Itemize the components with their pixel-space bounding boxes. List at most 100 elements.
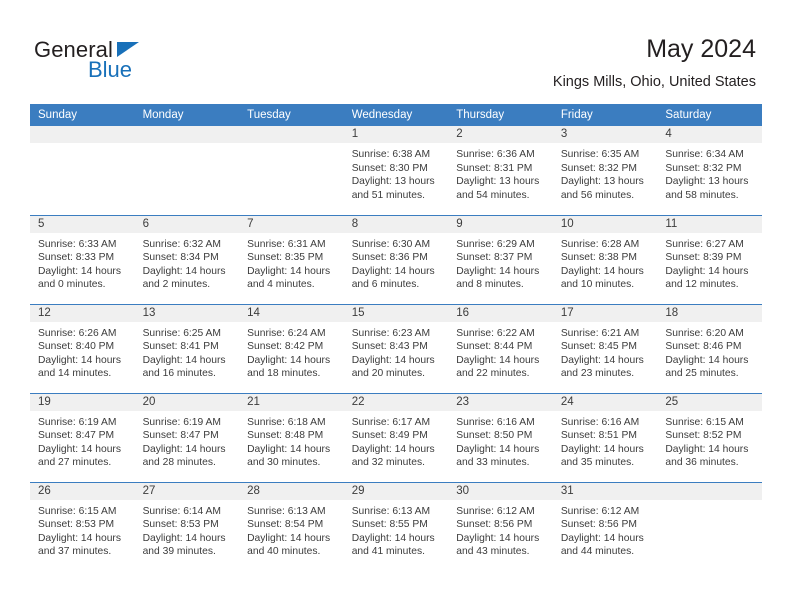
daylight-text-line1: Daylight: 14 hours (38, 265, 121, 277)
day-cell[interactable]: 10 Sunrise: 6:28 AM Sunset: 8:38 PM Dayl… (552, 214, 658, 304)
day-cell[interactable]: 20 Sunrise: 6:19 AM Sunset: 8:47 PM Dayl… (134, 392, 240, 482)
daylight-text-line2: and 51 minutes. (351, 189, 425, 201)
day-cell[interactable]: 21 Sunrise: 6:18 AM Sunset: 8:48 PM Dayl… (239, 392, 344, 482)
sunrise-text: Sunrise: 6:24 AM (247, 327, 326, 339)
daylight-text-line2: and 2 minutes. (142, 279, 211, 291)
day-cell[interactable]: 18 Sunrise: 6:20 AM Sunset: 8:46 PM Dayl… (657, 303, 762, 393)
sunset-text: Sunset: 8:32 PM (665, 162, 742, 174)
page-header: General Blue May 2024 Kings Mills, Ohio,… (0, 0, 792, 104)
day-details: Sunrise: 6:20 AM Sunset: 8:46 PM Dayligh… (657, 322, 762, 381)
day-cell[interactable]: 9 Sunrise: 6:29 AM Sunset: 8:37 PM Dayli… (448, 214, 553, 304)
daylight-text-line1: Daylight: 13 hours (351, 176, 435, 188)
day-cell[interactable]: 29 Sunrise: 6:13 AM Sunset: 8:55 PM Dayl… (343, 481, 449, 571)
day-cell[interactable]: 14 Sunrise: 6:24 AM Sunset: 8:42 PM Dayl… (239, 303, 344, 393)
sunset-text: Sunset: 8:31 PM (456, 162, 533, 174)
day-cell[interactable]: 19 Sunrise: 6:19 AM Sunset: 8:47 PM Dayl… (30, 392, 135, 482)
day-details: Sunrise: 6:16 AM Sunset: 8:50 PM Dayligh… (448, 411, 553, 470)
day-details: Sunrise: 6:16 AM Sunset: 8:51 PM Dayligh… (553, 411, 658, 470)
daylight-text-line2: and 44 minutes. (560, 546, 635, 558)
daylight-text-line1: Daylight: 14 hours (38, 354, 121, 366)
sunrise-text: Sunrise: 6:33 AM (38, 238, 117, 250)
daylight-text-line2: and 43 minutes. (456, 546, 530, 558)
day-cell[interactable]: 2 Sunrise: 6:36 AM Sunset: 8:31 PM Dayli… (448, 126, 553, 215)
sunset-text: Sunset: 8:40 PM (38, 341, 115, 353)
day-number: 23 (448, 393, 553, 411)
sunset-text: Sunset: 8:56 PM (456, 519, 533, 531)
day-number: 16 (448, 304, 553, 322)
day-details: Sunrise: 6:25 AM Sunset: 8:41 PM Dayligh… (135, 322, 240, 381)
day-number: 13 (134, 304, 240, 322)
daylight-text-line1: Daylight: 14 hours (247, 443, 331, 455)
sunset-text: Sunset: 8:35 PM (247, 252, 324, 264)
sunset-text: Sunset: 8:50 PM (456, 430, 533, 442)
day-cell[interactable]: 5 Sunrise: 6:33 AM Sunset: 8:33 PM Dayli… (30, 214, 135, 304)
day-cell[interactable]: 28 Sunrise: 6:13 AM Sunset: 8:54 PM Dayl… (239, 481, 344, 571)
sunset-text: Sunset: 8:53 PM (38, 519, 115, 531)
day-cell[interactable]: 26 Sunrise: 6:15 AM Sunset: 8:53 PM Dayl… (30, 481, 135, 571)
day-cell[interactable]: 16 Sunrise: 6:22 AM Sunset: 8:44 PM Dayl… (448, 303, 553, 393)
daylight-text-line1: Daylight: 14 hours (560, 443, 644, 455)
daylight-text-line2: and 54 minutes. (456, 189, 530, 201)
day-cell[interactable]: 12 Sunrise: 6:26 AM Sunset: 8:40 PM Dayl… (30, 303, 135, 393)
day-number: 30 (448, 482, 553, 500)
sunrise-text: Sunrise: 6:14 AM (142, 505, 221, 517)
sunset-text: Sunset: 8:47 PM (38, 430, 115, 442)
day-cell[interactable]: 6 Sunrise: 6:32 AM Sunset: 8:34 PM Dayli… (134, 214, 240, 304)
day-details: Sunrise: 6:22 AM Sunset: 8:44 PM Dayligh… (448, 322, 553, 381)
day-details: Sunrise: 6:34 AM Sunset: 8:32 PM Dayligh… (657, 143, 762, 202)
day-number: 18 (657, 304, 762, 322)
day-cell[interactable]: 7 Sunrise: 6:31 AM Sunset: 8:35 PM Dayli… (239, 214, 344, 304)
brand-logo[interactable]: General Blue (34, 38, 274, 94)
sunset-text: Sunset: 8:54 PM (247, 519, 324, 531)
daylight-text-line2: and 39 minutes. (142, 546, 216, 558)
daylight-text-line1: Daylight: 14 hours (456, 354, 540, 366)
day-cell[interactable]: 31 Sunrise: 6:12 AM Sunset: 8:56 PM Dayl… (552, 481, 658, 571)
daylight-text-line2: and 32 minutes. (351, 457, 425, 469)
sunset-text: Sunset: 8:43 PM (351, 341, 428, 353)
day-cell[interactable]: 1 Sunrise: 6:38 AM Sunset: 8:30 PM Dayli… (343, 126, 449, 215)
day-details: Sunrise: 6:23 AM Sunset: 8:43 PM Dayligh… (344, 322, 449, 381)
day-cell[interactable]: 23 Sunrise: 6:16 AM Sunset: 8:50 PM Dayl… (448, 392, 553, 482)
sunrise-text: Sunrise: 6:18 AM (247, 416, 326, 428)
sunset-text: Sunset: 8:53 PM (142, 519, 219, 531)
sunset-text: Sunset: 8:37 PM (456, 252, 533, 264)
day-details: Sunrise: 6:26 AM Sunset: 8:40 PM Dayligh… (30, 322, 135, 381)
day-number: 28 (239, 482, 344, 500)
day-cell[interactable]: 15 Sunrise: 6:23 AM Sunset: 8:43 PM Dayl… (343, 303, 449, 393)
daylight-text-line1: Daylight: 14 hours (142, 443, 226, 455)
calendar-table: Sunday Monday Tuesday Wednesday Thursday… (30, 104, 762, 571)
daylight-text-line2: and 22 minutes. (456, 368, 530, 380)
day-number (657, 482, 762, 500)
day-details: Sunrise: 6:21 AM Sunset: 8:45 PM Dayligh… (553, 322, 658, 381)
day-cell[interactable]: 24 Sunrise: 6:16 AM Sunset: 8:51 PM Dayl… (552, 392, 658, 482)
day-details: Sunrise: 6:19 AM Sunset: 8:47 PM Dayligh… (30, 411, 135, 470)
day-cell[interactable]: 8 Sunrise: 6:30 AM Sunset: 8:36 PM Dayli… (343, 214, 449, 304)
day-cell[interactable]: 27 Sunrise: 6:14 AM Sunset: 8:53 PM Dayl… (134, 481, 240, 571)
day-cell[interactable]: 17 Sunrise: 6:21 AM Sunset: 8:45 PM Dayl… (552, 303, 658, 393)
weekday-header-thursday: Thursday (448, 104, 553, 126)
sunrise-text: Sunrise: 6:35 AM (560, 149, 640, 160)
day-details: Sunrise: 6:30 AM Sunset: 8:36 PM Dayligh… (344, 233, 449, 292)
daylight-text-line2: and 36 minutes. (665, 457, 739, 469)
day-cell[interactable]: 11 Sunrise: 6:27 AM Sunset: 8:39 PM Dayl… (657, 214, 762, 304)
daylight-text-line2: and 30 minutes. (247, 457, 321, 469)
day-number: 21 (239, 393, 344, 411)
day-number: 11 (657, 215, 762, 233)
daylight-text-line1: Daylight: 14 hours (351, 265, 435, 277)
day-details: Sunrise: 6:13 AM Sunset: 8:55 PM Dayligh… (344, 500, 449, 559)
sunrise-text: Sunrise: 6:15 AM (38, 505, 117, 517)
sunrise-text: Sunrise: 6:22 AM (456, 327, 535, 339)
sunset-text: Sunset: 8:30 PM (351, 162, 428, 174)
day-cell[interactable]: 3 Sunrise: 6:35 AM Sunset: 8:32 PM Dayli… (552, 126, 658, 215)
day-cell[interactable]: 25 Sunrise: 6:15 AM Sunset: 8:52 PM Dayl… (657, 392, 762, 482)
day-cell[interactable]: 4 Sunrise: 6:34 AM Sunset: 8:32 PM Dayli… (657, 126, 762, 215)
day-details: Sunrise: 6:19 AM Sunset: 8:47 PM Dayligh… (135, 411, 240, 470)
day-cell[interactable]: 22 Sunrise: 6:17 AM Sunset: 8:49 PM Dayl… (343, 392, 449, 482)
day-cell[interactable]: 30 Sunrise: 6:12 AM Sunset: 8:56 PM Dayl… (448, 481, 553, 571)
triangle-icon (117, 42, 139, 57)
day-cell[interactable]: 13 Sunrise: 6:25 AM Sunset: 8:41 PM Dayl… (134, 303, 240, 393)
daylight-text-line1: Daylight: 14 hours (351, 443, 435, 455)
day-number: 2 (448, 126, 553, 143)
sunrise-text: Sunrise: 6:13 AM (247, 505, 326, 517)
daylight-text-line1: Daylight: 14 hours (456, 532, 540, 544)
